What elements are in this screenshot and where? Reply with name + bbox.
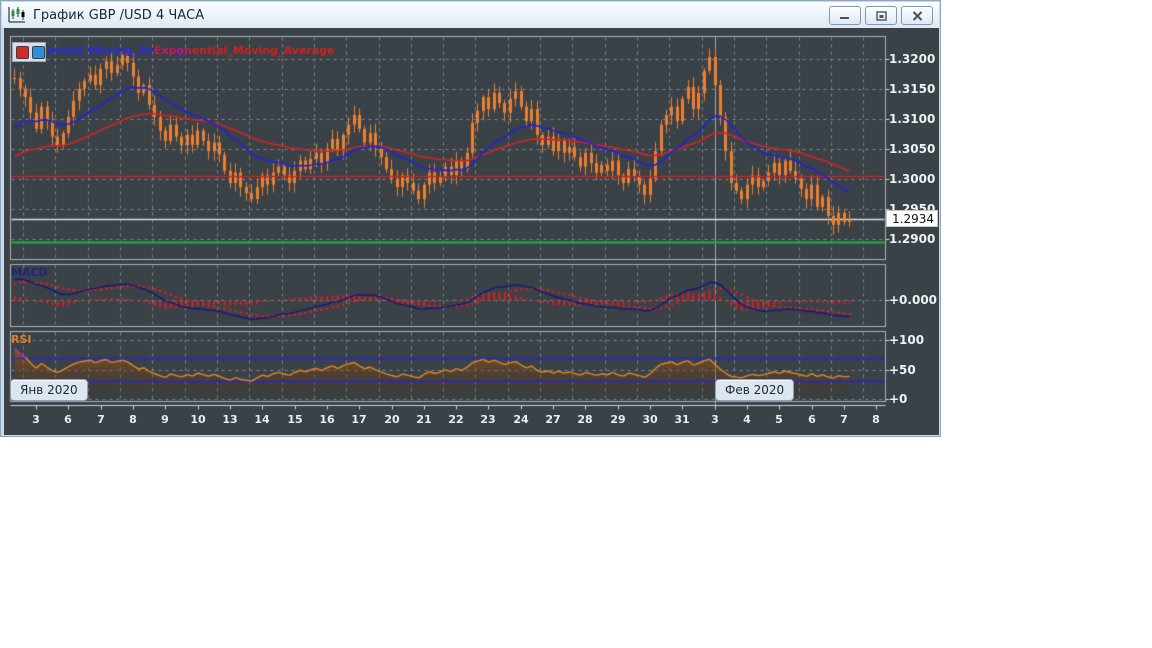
price-axis-label: 1.3100 bbox=[889, 112, 936, 126]
restore-icon bbox=[875, 10, 887, 21]
chart-window: График GBP /USD 4 ЧАСА ential_Moving_Ave… bbox=[0, 0, 941, 437]
x-axis-label: 17 bbox=[351, 413, 367, 426]
rsi-axis-label: +50 bbox=[889, 363, 916, 377]
month-label-jan: Янв 2020 bbox=[10, 379, 88, 401]
indicator-legend-box bbox=[12, 42, 46, 62]
macd-zero-label: +0.000 bbox=[889, 293, 938, 307]
restore-button[interactable] bbox=[865, 6, 897, 25]
x-axis-label: 3 bbox=[711, 413, 719, 426]
candlestick-chart-icon bbox=[8, 7, 25, 23]
chart-client-area: ential_Moving_Average Exponential_Moving… bbox=[4, 28, 939, 435]
price-axis-label: 1.3200 bbox=[889, 52, 936, 66]
title-bar[interactable]: График GBP /USD 4 ЧАСА bbox=[2, 2, 939, 29]
x-axis-label: 6 bbox=[64, 413, 72, 426]
ema-red-legend-label: Exponential_Moving_Average bbox=[154, 44, 335, 57]
x-axis-label: 3 bbox=[32, 413, 40, 426]
window-title: График GBP /USD 4 ЧАСА bbox=[33, 7, 205, 23]
month-label-feb: Фев 2020 bbox=[715, 379, 795, 401]
x-axis-label: 5 bbox=[775, 413, 783, 426]
current-price-badge: 1.2934 bbox=[886, 210, 938, 227]
rsi-panel-label: RSI bbox=[11, 333, 32, 346]
x-axis-label: 9 bbox=[161, 413, 169, 426]
x-axis-label: 6 bbox=[808, 413, 816, 426]
x-axis-label: 10 bbox=[190, 413, 206, 426]
x-axis-label: 30 bbox=[642, 413, 658, 426]
x-axis-label: 4 bbox=[743, 413, 751, 426]
x-axis-label: 14 bbox=[254, 413, 270, 426]
price-axis-label: 1.3050 bbox=[889, 142, 936, 156]
minimize-button[interactable] bbox=[829, 6, 861, 25]
x-axis-label: 28 bbox=[577, 413, 593, 426]
price-axis-label: 1.3000 bbox=[889, 172, 936, 186]
x-axis-label: 21 bbox=[416, 413, 432, 426]
close-icon bbox=[912, 10, 922, 21]
x-axis-label: 15 bbox=[287, 413, 303, 426]
price-chart-canvas[interactable] bbox=[4, 28, 939, 435]
blue-swatch-button[interactable] bbox=[32, 45, 45, 59]
x-axis-label: 29 bbox=[610, 413, 626, 426]
x-axis-label: 23 bbox=[480, 413, 496, 426]
price-axis-label: 1.3150 bbox=[889, 82, 936, 96]
x-axis-label: 24 bbox=[513, 413, 529, 426]
x-axis-label: 22 bbox=[448, 413, 464, 426]
x-axis-label: 16 bbox=[319, 413, 335, 426]
x-axis-label: 27 bbox=[545, 413, 561, 426]
rsi-axis-label: +0 bbox=[889, 392, 908, 406]
macd-panel-label: MACD bbox=[11, 266, 48, 279]
x-axis-label: 20 bbox=[384, 413, 400, 426]
x-axis-label: 8 bbox=[129, 413, 137, 426]
x-axis-label: 7 bbox=[97, 413, 105, 426]
close-button[interactable] bbox=[901, 6, 933, 25]
x-axis-label: 7 bbox=[840, 413, 848, 426]
rsi-axis-label: +100 bbox=[889, 333, 925, 347]
x-axis-label: 8 bbox=[872, 413, 880, 426]
x-axis-label: 13 bbox=[222, 413, 238, 426]
minimize-icon bbox=[840, 17, 849, 19]
red-swatch-button[interactable] bbox=[16, 45, 29, 59]
price-axis-label: 1.2900 bbox=[889, 232, 936, 246]
x-axis-label: 31 bbox=[674, 413, 690, 426]
